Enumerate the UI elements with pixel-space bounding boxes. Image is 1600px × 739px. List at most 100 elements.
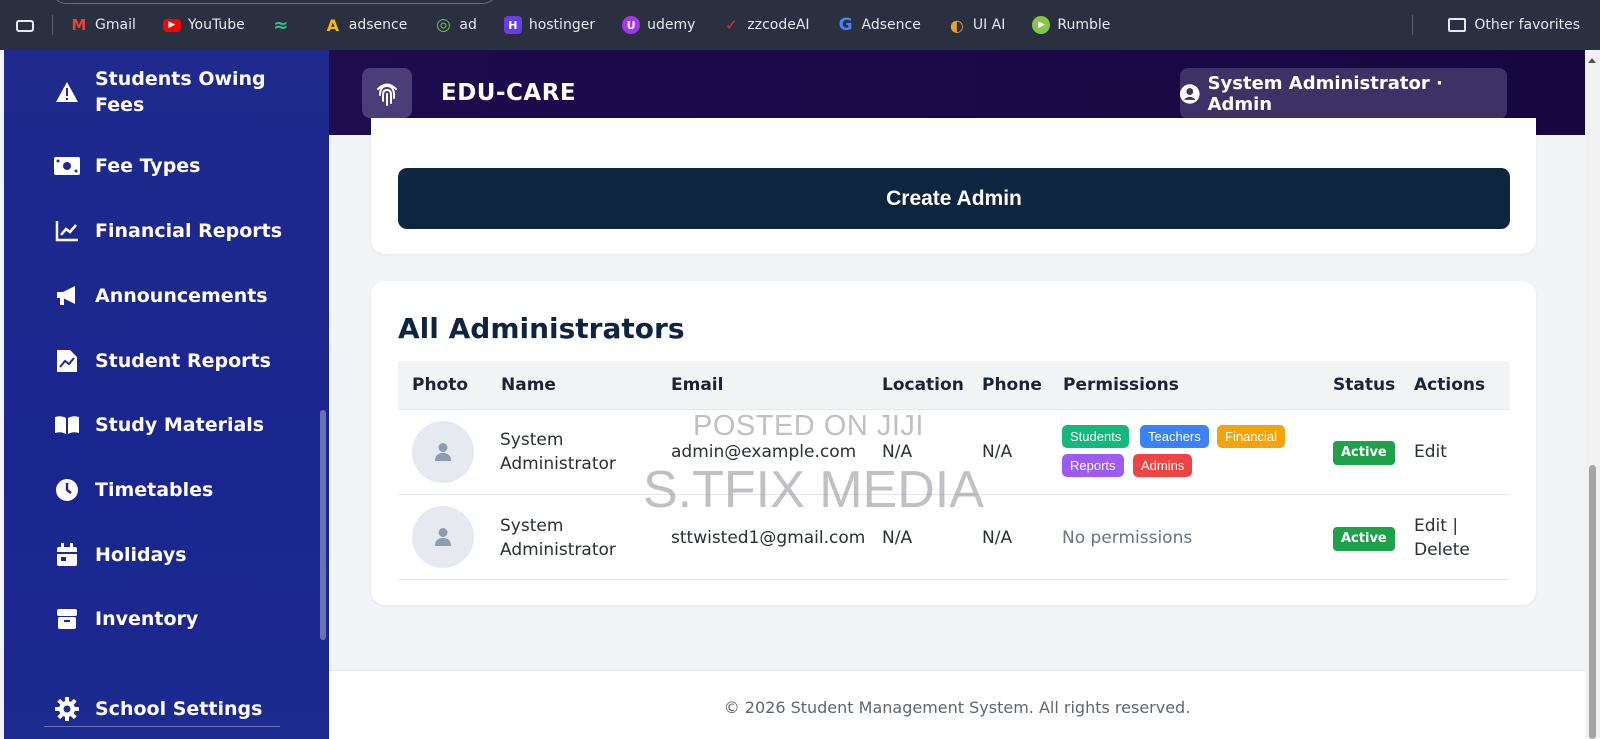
user-icon [435, 528, 451, 546]
edit-link[interactable]: Edit [1414, 440, 1447, 464]
avatar [412, 421, 474, 483]
page-scrollbar[interactable] [1585, 50, 1600, 739]
sidebar-item-fee-types[interactable]: Fee Types [4, 153, 329, 179]
bookmark-hostinger[interactable]: H hostinger [503, 16, 596, 34]
scroll-up-arrow-icon[interactable] [1588, 58, 1596, 63]
sidebar-item-students-owing-fees[interactable]: Students Owing Fees [4, 66, 329, 118]
label-line: Fees [95, 94, 145, 116]
bookmark-adsence-google[interactable]: G Adsence [837, 15, 921, 35]
bookmark-ui-ai[interactable]: ◐ UI AI [948, 15, 1006, 35]
sidebar-item-holidays[interactable]: Holidays [4, 542, 329, 568]
warning-icon [54, 79, 80, 105]
admin-name: System Administrator [500, 428, 616, 476]
name-line: Administrator [500, 454, 616, 474]
bookmark-list: M Gmail ▶ YouTube ≈ A adsence ◎ ad H hos… [70, 0, 1137, 50]
row-actions: Edit | Delete [1414, 514, 1470, 562]
bookmark-bolt[interactable]: ≈ [272, 15, 297, 36]
sidebar-item-inventory[interactable]: Inventory [4, 606, 329, 632]
sidebar-item-label: Holidays [95, 544, 187, 566]
column-header-actions: Actions [1414, 375, 1486, 395]
bookmark-udemy[interactable]: U udemy [622, 16, 695, 34]
bookmark-label: hostinger [528, 17, 596, 33]
zzcode-icon: ✓ [725, 16, 738, 34]
sidebar-item-label: Inventory [95, 608, 199, 630]
ui-ai-icon: ◐ [949, 15, 964, 35]
bookmark-label: zzcodeAI [747, 17, 810, 33]
other-favorites-label: Other favorites [1474, 17, 1580, 33]
column-header-status: Status [1333, 375, 1396, 395]
gmail-icon: M [71, 16, 87, 34]
column-header-phone: Phone [982, 375, 1042, 395]
admin-phone: N/A [982, 442, 1013, 462]
user-circle-icon [1180, 83, 1200, 104]
bookmark-label: Gmail [95, 17, 136, 33]
delete-link[interactable]: Delete [1414, 538, 1470, 562]
sidebar: Students Owing Fees Fee Types Financial … [4, 50, 329, 739]
google-ads-icon: A [326, 15, 339, 35]
bookmark-label: udemy [647, 17, 696, 33]
sidebar-item-label: Student Reports [95, 350, 271, 372]
sidebar-item-school-settings[interactable]: School Settings [4, 696, 329, 722]
user-menu-button[interactable]: System Administrator · Admin [1180, 68, 1507, 119]
sidebar-item-study-materials[interactable]: Study Materials [4, 412, 329, 438]
sidebar-item-student-reports[interactable]: Student Reports [4, 348, 329, 374]
sidebar-scrollbar[interactable] [320, 410, 326, 640]
column-header-permissions: Permissions [1063, 375, 1179, 395]
column-header-photo: Photo [412, 375, 469, 395]
tab-actions-icon[interactable] [16, 20, 34, 32]
watermark-text: POSTED ON JIJI [693, 410, 924, 442]
bookmark-ad[interactable]: ◎ ad [434, 15, 477, 35]
sidebar-item-label: Study Materials [95, 414, 265, 436]
bookmark-zzcodeai[interactable]: ✓ zzcodeAI [722, 16, 809, 34]
name-line: System [500, 516, 564, 536]
money-icon [54, 153, 80, 179]
sidebar-item-label: Timetables [95, 479, 214, 501]
fingerprint-icon [362, 68, 412, 118]
status-badge: Active [1333, 527, 1395, 551]
bookmark-label: UI AI [972, 17, 1006, 33]
user-icon [435, 443, 451, 461]
bookmarks-divider [52, 15, 53, 35]
gear-icon [54, 696, 80, 722]
table-title: All Administrators [398, 312, 685, 345]
watermark-text: S.TFIX MEDIA [643, 461, 984, 519]
sidebar-item-timetables[interactable]: Timetables [4, 477, 329, 503]
bookmarks-bar: M Gmail ▶ YouTube ≈ A adsence ◎ ad H hos… [0, 0, 1600, 50]
bookmarks-divider [1412, 15, 1413, 35]
sidebar-item-label: School Settings [95, 698, 263, 720]
sidebar-item-label: Fee Types [95, 155, 201, 177]
edit-link[interactable]: Edit | [1414, 514, 1470, 538]
permission-tag-admins: Admins [1133, 454, 1193, 477]
sidebar-item-label: Financial Reports [95, 220, 283, 242]
admin-location: N/A [882, 528, 913, 548]
page-footer: © 2026 Student Management System. All ri… [329, 670, 1585, 739]
name-line: System [500, 430, 564, 450]
brand-title: EDU-CARE [441, 80, 577, 106]
youtube-icon: ▶ [162, 18, 181, 32]
label-line: Students Owing [95, 68, 266, 90]
status-badge: Active [1333, 441, 1395, 465]
calendar-icon [54, 542, 80, 568]
sidebar-item-announcements[interactable]: Announcements [4, 283, 329, 309]
bookmark-gmail[interactable]: M Gmail [70, 16, 136, 34]
bookmark-adsence[interactable]: A adsence [324, 15, 408, 35]
bookmark-label: adsence [348, 17, 408, 33]
permission-tag-financial: Financial [1217, 425, 1286, 448]
scrollbar-thumb[interactable] [1589, 465, 1596, 739]
no-permissions-text: No permissions [1062, 528, 1193, 548]
bookmark-label: YouTube [187, 17, 245, 33]
sidebar-item-financial-reports[interactable]: Financial Reports [4, 218, 329, 244]
permission-tag-teachers: Teachers [1140, 425, 1209, 448]
admin-phone: N/A [982, 528, 1013, 548]
bookmark-rumble[interactable]: ▶ Rumble [1032, 16, 1110, 34]
sidebar-item-label: Students Owing Fees [95, 66, 266, 118]
folder-icon [1448, 18, 1467, 32]
permission-tag-reports: Reports [1062, 454, 1124, 477]
bookmark-youtube[interactable]: ▶ YouTube [162, 17, 245, 33]
footer-text: © 2026 Student Management System. All ri… [723, 698, 1191, 717]
box-icon [54, 606, 80, 632]
column-header-location: Location [882, 375, 964, 395]
create-admin-button[interactable]: Create Admin [398, 168, 1510, 229]
column-header-name: Name [501, 375, 556, 395]
other-favorites[interactable]: Other favorites [1448, 0, 1580, 50]
